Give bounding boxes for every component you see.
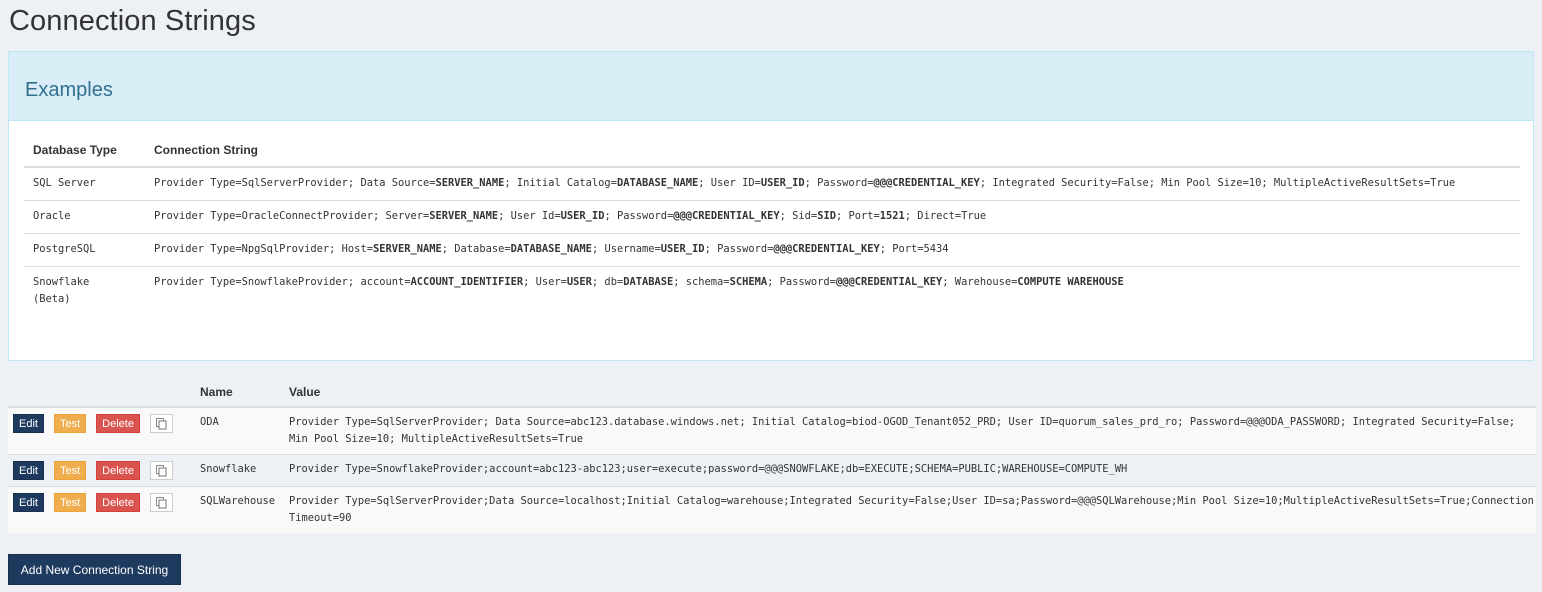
column-header-connection-string: Connection String	[145, 121, 1520, 168]
database-type-label: Oracle	[33, 210, 71, 222]
connection-name: Snowflake	[188, 454, 287, 487]
placeholder-token: SID	[817, 210, 836, 222]
delete-button[interactable]: Delete	[96, 461, 140, 480]
examples-panel-heading: Examples	[9, 52, 1533, 121]
placeholder-token: SERVER_NAME	[429, 210, 499, 222]
connection-strings-table: Name Value Edit Test Delete ODA Provider Typ…	[8, 378, 1536, 533]
example-row: Oracle Provider Type=OracleConnectProvide…	[24, 200, 1520, 234]
placeholder-token: SERVER_NAME	[372, 243, 442, 255]
connection-string-cell: Provider Type=SnowflakeProvider; account…	[145, 266, 1520, 316]
database-type-cell: Snowflake (Beta)	[24, 266, 145, 316]
connection-string-text: ; Database=	[441, 243, 511, 255]
examples-table: Database Type Connection String SQL Serv…	[24, 121, 1520, 316]
connection-string-text: ; Port=	[835, 210, 880, 222]
connection-string-text: ; Sid=	[779, 210, 818, 222]
connection-string-text: ; User Id=	[498, 210, 561, 222]
connection-string-text: ; Initial Catalog=	[504, 177, 617, 189]
connection-row: Edit Test Delete ODA Provider Type=SqlServer…	[8, 406, 1536, 455]
placeholder-token: @@@CREDENTIAL_KEY	[873, 177, 980, 189]
placeholder-token: DATABASE_NAME	[616, 177, 699, 189]
column-header-database-type: Database Type	[24, 121, 145, 168]
placeholder-token: USER_ID	[760, 177, 805, 189]
placeholder-token: SCHEMA	[729, 276, 768, 288]
connection-string-text: ; db=	[591, 276, 624, 288]
connection-name: SQLWarehouse	[188, 486, 287, 533]
connection-string-text: ; Password=	[804, 177, 874, 189]
edit-button[interactable]: Edit	[13, 493, 44, 512]
row-actions: Edit Test Delete	[8, 486, 188, 533]
delete-button[interactable]: Delete	[96, 414, 140, 433]
database-type-cell: SQL Server	[24, 167, 145, 201]
connection-string-text: Provider Type=SqlServerProvider; Data So…	[154, 177, 436, 189]
connection-string-cell: Provider Type=SqlServerProvider; Data So…	[145, 167, 1520, 201]
connection-string-text: ; Password=	[767, 276, 836, 288]
connection-name: ODA	[188, 406, 287, 455]
placeholder-token: USER_ID	[660, 243, 705, 255]
page-title: Connection Strings	[9, 5, 256, 37]
column-header-actions	[8, 378, 188, 408]
database-type-label: SQL Server	[33, 177, 96, 189]
test-button[interactable]: Test	[53, 414, 87, 433]
examples-panel: Examples Database Type Connection String…	[8, 51, 1534, 361]
placeholder-token: 1521	[879, 210, 905, 222]
database-type-cell: PostgreSQL	[24, 233, 145, 267]
connection-string-text: ; Warehouse=	[942, 276, 1018, 288]
row-actions: Edit Test Delete	[8, 454, 188, 487]
placeholder-token: @@@CREDENTIAL_KEY	[773, 243, 880, 255]
connection-string-cell: Provider Type=NpgSqlProvider; Host=SERVE…	[145, 233, 1520, 267]
connection-string-text: ; User ID=	[698, 177, 761, 189]
connection-string-text: ; Password=	[604, 210, 674, 222]
test-button[interactable]: Test	[53, 461, 87, 480]
placeholder-token: DATABASE_NAME	[510, 243, 592, 255]
placeholder-token: USER_ID	[560, 210, 605, 222]
connection-string-text: ; User=	[523, 276, 567, 288]
connection-string-text: ; Username=	[591, 243, 661, 255]
column-header-name: Name	[188, 378, 287, 408]
add-new-connection-string-button[interactable]: Add New Connection String	[8, 554, 181, 585]
connection-string-text: Provider Type=SnowflakeProvider; account…	[154, 276, 411, 288]
example-row: PostgreSQL Provider Type=NpgSqlProvider; …	[24, 233, 1520, 267]
database-type-note: (Beta)	[33, 293, 71, 305]
connection-string-text: Provider Type=OracleConnectProvider; Ser…	[154, 210, 430, 222]
edit-button[interactable]: Edit	[13, 414, 44, 433]
connection-string-text: Provider Type=NpgSqlProvider; Host=	[154, 243, 373, 255]
placeholder-token: USER	[566, 276, 592, 288]
connection-string-cell: Provider Type=OracleConnectProvider; Ser…	[145, 200, 1520, 234]
connection-value: Provider Type=SqlServerProvider;Data Sou…	[287, 486, 1536, 533]
database-type-label: PostgreSQL	[33, 243, 96, 255]
copy-button[interactable]	[149, 414, 173, 433]
placeholder-token: SERVER_NAME	[435, 177, 505, 189]
placeholder-token: @@@CREDENTIAL_KEY	[673, 210, 780, 222]
row-actions: Edit Test Delete	[8, 406, 188, 455]
connection-string-text: ; Direct=True	[904, 210, 987, 222]
edit-button[interactable]: Edit	[13, 461, 44, 480]
test-button[interactable]: Test	[53, 493, 87, 512]
placeholder-token: @@@CREDENTIAL_KEY	[835, 276, 943, 288]
copy-button[interactable]	[149, 461, 173, 480]
connection-value: Provider Type=SnowflakeProvider;account=…	[287, 454, 1536, 487]
placeholder-token: DATABASE	[623, 276, 674, 288]
column-header-value: Value	[287, 378, 1536, 408]
connection-value: Provider Type=SqlServerProvider; Data So…	[287, 406, 1536, 455]
delete-button[interactable]: Delete	[96, 493, 140, 512]
placeholder-token: ACCOUNT_IDENTIFIER	[410, 276, 524, 288]
connection-row: Edit Test Delete SQLWarehouse Provider Type=…	[8, 486, 1536, 533]
example-row: Snowflake (Beta) Provider Type=SnowflakePr…	[24, 266, 1520, 316]
database-type-label: Snowflake	[33, 276, 90, 288]
connection-string-text: ; Port=5434	[879, 243, 949, 255]
example-row: SQL Server Provider Type=SqlServerProvide…	[24, 167, 1520, 201]
connection-string-text: ; Password=	[704, 243, 774, 255]
connection-row: Edit Test Delete Snowflake Provider Type=Sno…	[8, 454, 1536, 487]
placeholder-token: COMPUTE WAREHOUSE	[1017, 276, 1124, 288]
examples-panel-title: Examples	[25, 79, 113, 101]
connection-string-text: ; Integrated Security=False; Min Pool Si…	[979, 177, 1456, 189]
database-type-cell: Oracle	[24, 200, 145, 234]
connection-string-text: ; schema=	[673, 276, 730, 288]
copy-button[interactable]	[149, 493, 173, 512]
